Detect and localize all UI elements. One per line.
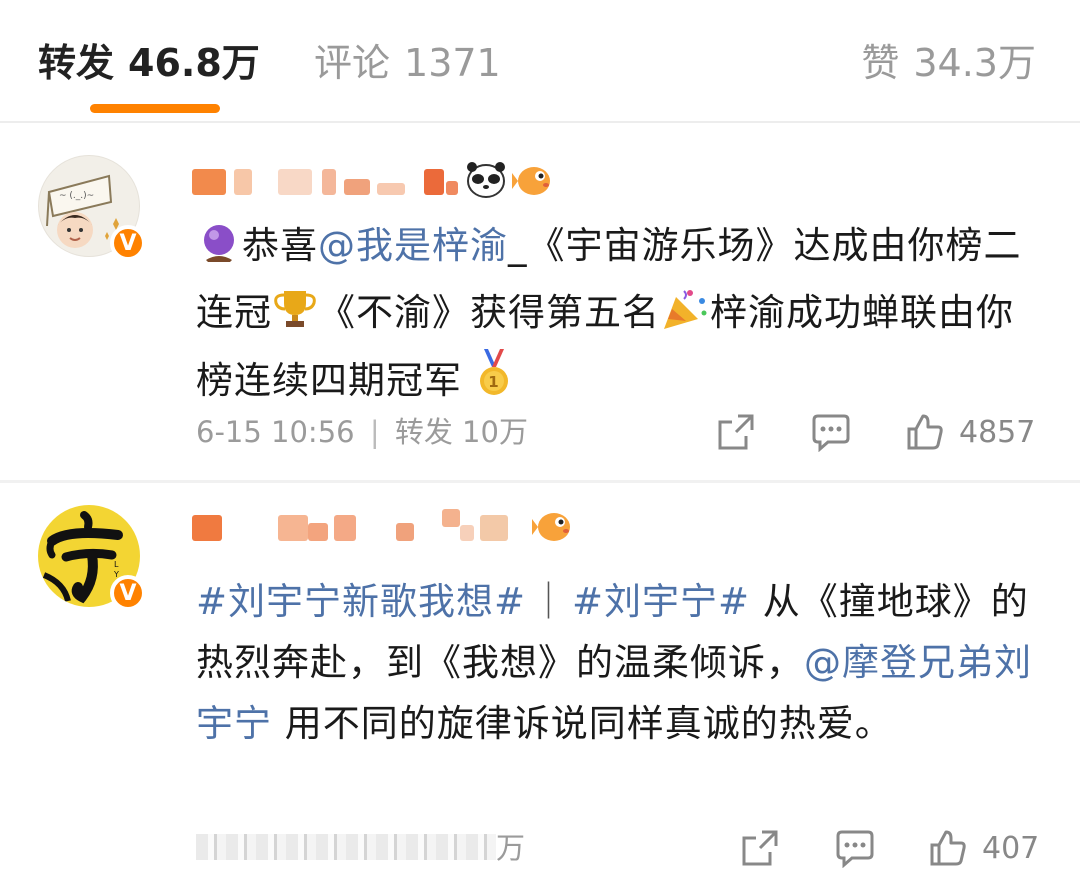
text-fifth: 《不渝》获得第五名	[318, 291, 660, 334]
share-icon	[716, 412, 756, 452]
tab-comment-count: 1371	[404, 41, 501, 85]
username-blurred	[192, 161, 612, 201]
avatar[interactable]: ~ (._.)~ V	[38, 155, 146, 261]
timestamp: 6-15 10:56	[196, 415, 355, 449]
share-button[interactable]	[716, 410, 756, 454]
avatar[interactable]: L Y N V	[38, 505, 146, 611]
thumbs-up-icon	[905, 412, 945, 452]
active-tab-indicator	[90, 104, 220, 113]
post-meta: 万	[196, 826, 536, 870]
party-popper-emoji-icon	[660, 287, 710, 349]
like-count: 407	[982, 830, 1040, 866]
svg-text:~ (._.)~: ~ (._.)~	[59, 191, 94, 201]
thumbs-up-icon	[928, 828, 968, 868]
tab-repost[interactable]: 转发 46.8万	[38, 38, 260, 88]
post-content: 恭喜@我是梓渝_《宇宙游乐场》达成由你榜二连冠 《不渝》获得第五名 梓渝成功蝉联由你…	[196, 215, 1046, 417]
panda-emoji-icon	[466, 161, 506, 203]
tab-like-count: 34.3万	[913, 41, 1036, 85]
tab-comment-label: 评论	[314, 41, 391, 85]
tab-like-label: 赞	[861, 41, 900, 85]
repost-item[interactable]: L Y N V #刘宇宁新歌我想#｜#刘宇宁# 从《撞地球》的热烈奔赴，到《我想…	[0, 483, 1080, 870]
trophy-emoji-icon	[272, 287, 318, 349]
tab-bar: 转发 46.8万 评论 1371 赞 34.3万	[0, 0, 1080, 123]
comment-icon	[810, 412, 852, 452]
gold-medal-emoji-icon: 1	[476, 349, 512, 417]
like-button[interactable]: 407	[928, 826, 1039, 870]
share-icon	[740, 828, 780, 868]
puffer-fish-emoji-icon	[532, 507, 574, 549]
repost-item[interactable]: ~ (._.)~ V 恭喜@我是梓渝_《宇宙游乐场》达成由你榜二连冠 《不渝》获…	[0, 123, 1080, 483]
meta-separator: |	[369, 415, 380, 449]
comment-icon	[834, 828, 876, 868]
tab-repost-label: 转发	[38, 41, 115, 85]
verified-badge-icon: V	[110, 575, 146, 611]
hashtag-link[interactable]: #刘宇宁#	[572, 580, 750, 623]
repost-count: 万	[496, 831, 526, 865]
hashtag-link[interactable]: #刘宇宁新歌我想#	[196, 580, 526, 623]
separator: ｜	[530, 580, 569, 623]
comment-button[interactable]	[834, 826, 876, 870]
tab-like[interactable]: 赞 34.3万	[861, 38, 1036, 88]
like-button[interactable]: 4857	[905, 410, 1035, 454]
like-count: 4857	[959, 414, 1036, 450]
repost-count: 转发 10万	[394, 415, 528, 449]
text-body-end: 用不同的旋律诉说同样真诚的热爱。	[272, 702, 893, 745]
text-congrats: 恭喜	[242, 224, 318, 267]
tab-repost-count: 46.8万	[128, 41, 260, 85]
username-blurred	[192, 507, 612, 547]
share-button[interactable]	[740, 826, 780, 870]
svg-text:1: 1	[488, 373, 499, 391]
svg-text:L: L	[114, 560, 119, 569]
verified-badge-icon: V	[110, 225, 146, 261]
puffer-fish-emoji-icon	[512, 161, 554, 203]
comment-button[interactable]	[810, 410, 852, 454]
post-meta: 6-15 10:56 | 转发 10万	[196, 410, 528, 454]
meta-blurred	[196, 834, 496, 860]
crystal-ball-emoji-icon	[196, 221, 242, 282]
post-content: #刘宇宁新歌我想# ｜ #刘宇宁# 从《撞地球》的热烈奔赴，到《我想》的温柔倾诉，@…	[196, 571, 1046, 754]
tab-comment[interactable]: 评论 1371	[314, 38, 501, 88]
mention-link[interactable]: @我是梓渝	[318, 224, 508, 267]
